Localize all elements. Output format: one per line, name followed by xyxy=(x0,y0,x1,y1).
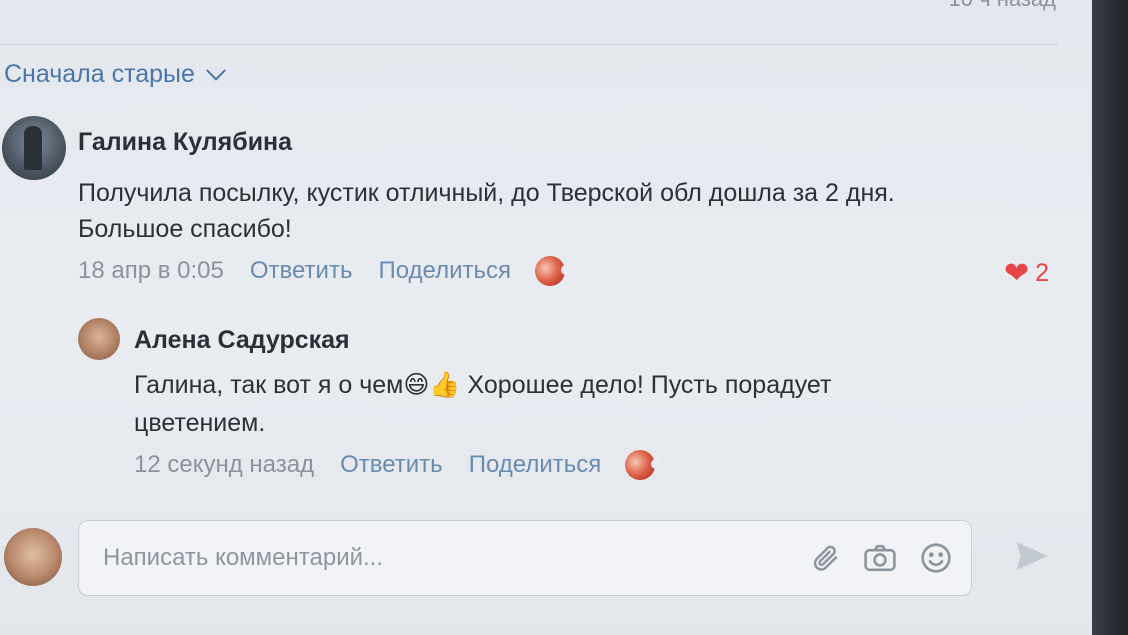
comment-text-line: Галина, так вот я о чем😄👍 Хорошее дело! … xyxy=(134,366,831,404)
post-time: 10 ч назад xyxy=(949,0,1056,12)
current-user-avatar[interactable] xyxy=(4,528,62,586)
comment-meta: 18 апр в 0:05 Ответить Поделиться xyxy=(78,256,571,286)
comment-text: Галина, так вот я о чем xyxy=(134,371,404,399)
reply-button[interactable]: Ответить xyxy=(340,451,443,479)
comment-input[interactable] xyxy=(79,521,805,595)
comment-date[interactable]: 18 апр в 0:05 xyxy=(78,257,224,285)
comment-text-line: Большое спасибо! xyxy=(78,215,292,243)
send-icon[interactable] xyxy=(1010,536,1054,576)
reply-button[interactable]: Ответить xyxy=(250,257,353,285)
avatar[interactable] xyxy=(78,318,120,360)
sort-label: Сначала старые xyxy=(4,60,195,88)
like-count: 2 xyxy=(1035,259,1050,287)
like-button[interactable]: ❤ 2 xyxy=(1004,256,1049,291)
share-button[interactable]: Поделиться xyxy=(378,257,511,285)
share-button[interactable]: Поделиться xyxy=(469,451,602,479)
comment-author[interactable]: Галина Кулябина xyxy=(78,128,292,157)
divider xyxy=(0,44,1058,45)
reaction-icon[interactable] xyxy=(534,256,571,286)
chevron-down-icon xyxy=(206,60,226,81)
thumbs-up-emoji-icon: 👍 xyxy=(429,371,461,399)
comment-date[interactable]: 12 секунд назад xyxy=(134,451,314,479)
avatar[interactable] xyxy=(2,116,66,180)
sort-dropdown[interactable]: Сначала старые xyxy=(4,60,226,89)
grin-emoji-icon: 😄 xyxy=(403,371,430,399)
comment-meta: 12 секунд назад Ответить Поделиться xyxy=(134,450,662,480)
reaction-icon[interactable] xyxy=(625,450,662,480)
heart-icon: ❤ xyxy=(1004,257,1030,290)
comment-text-line: Получила посылку, кустик отличный, до Тв… xyxy=(78,179,895,207)
comment-text-line: цветением. xyxy=(134,409,266,437)
comments-screen: 10 ч назад Сначала старые Галина Кулябин… xyxy=(0,0,1092,635)
comment-composer xyxy=(78,520,972,596)
camera-icon[interactable] xyxy=(861,539,899,577)
paperclip-icon[interactable] xyxy=(807,539,845,577)
smile-icon[interactable] xyxy=(917,539,955,577)
comment-author[interactable]: Алена Садурская xyxy=(134,326,350,355)
screen-bezel xyxy=(1092,0,1128,635)
comment-text: Хорошее дело! Пусть порадует xyxy=(460,371,832,399)
